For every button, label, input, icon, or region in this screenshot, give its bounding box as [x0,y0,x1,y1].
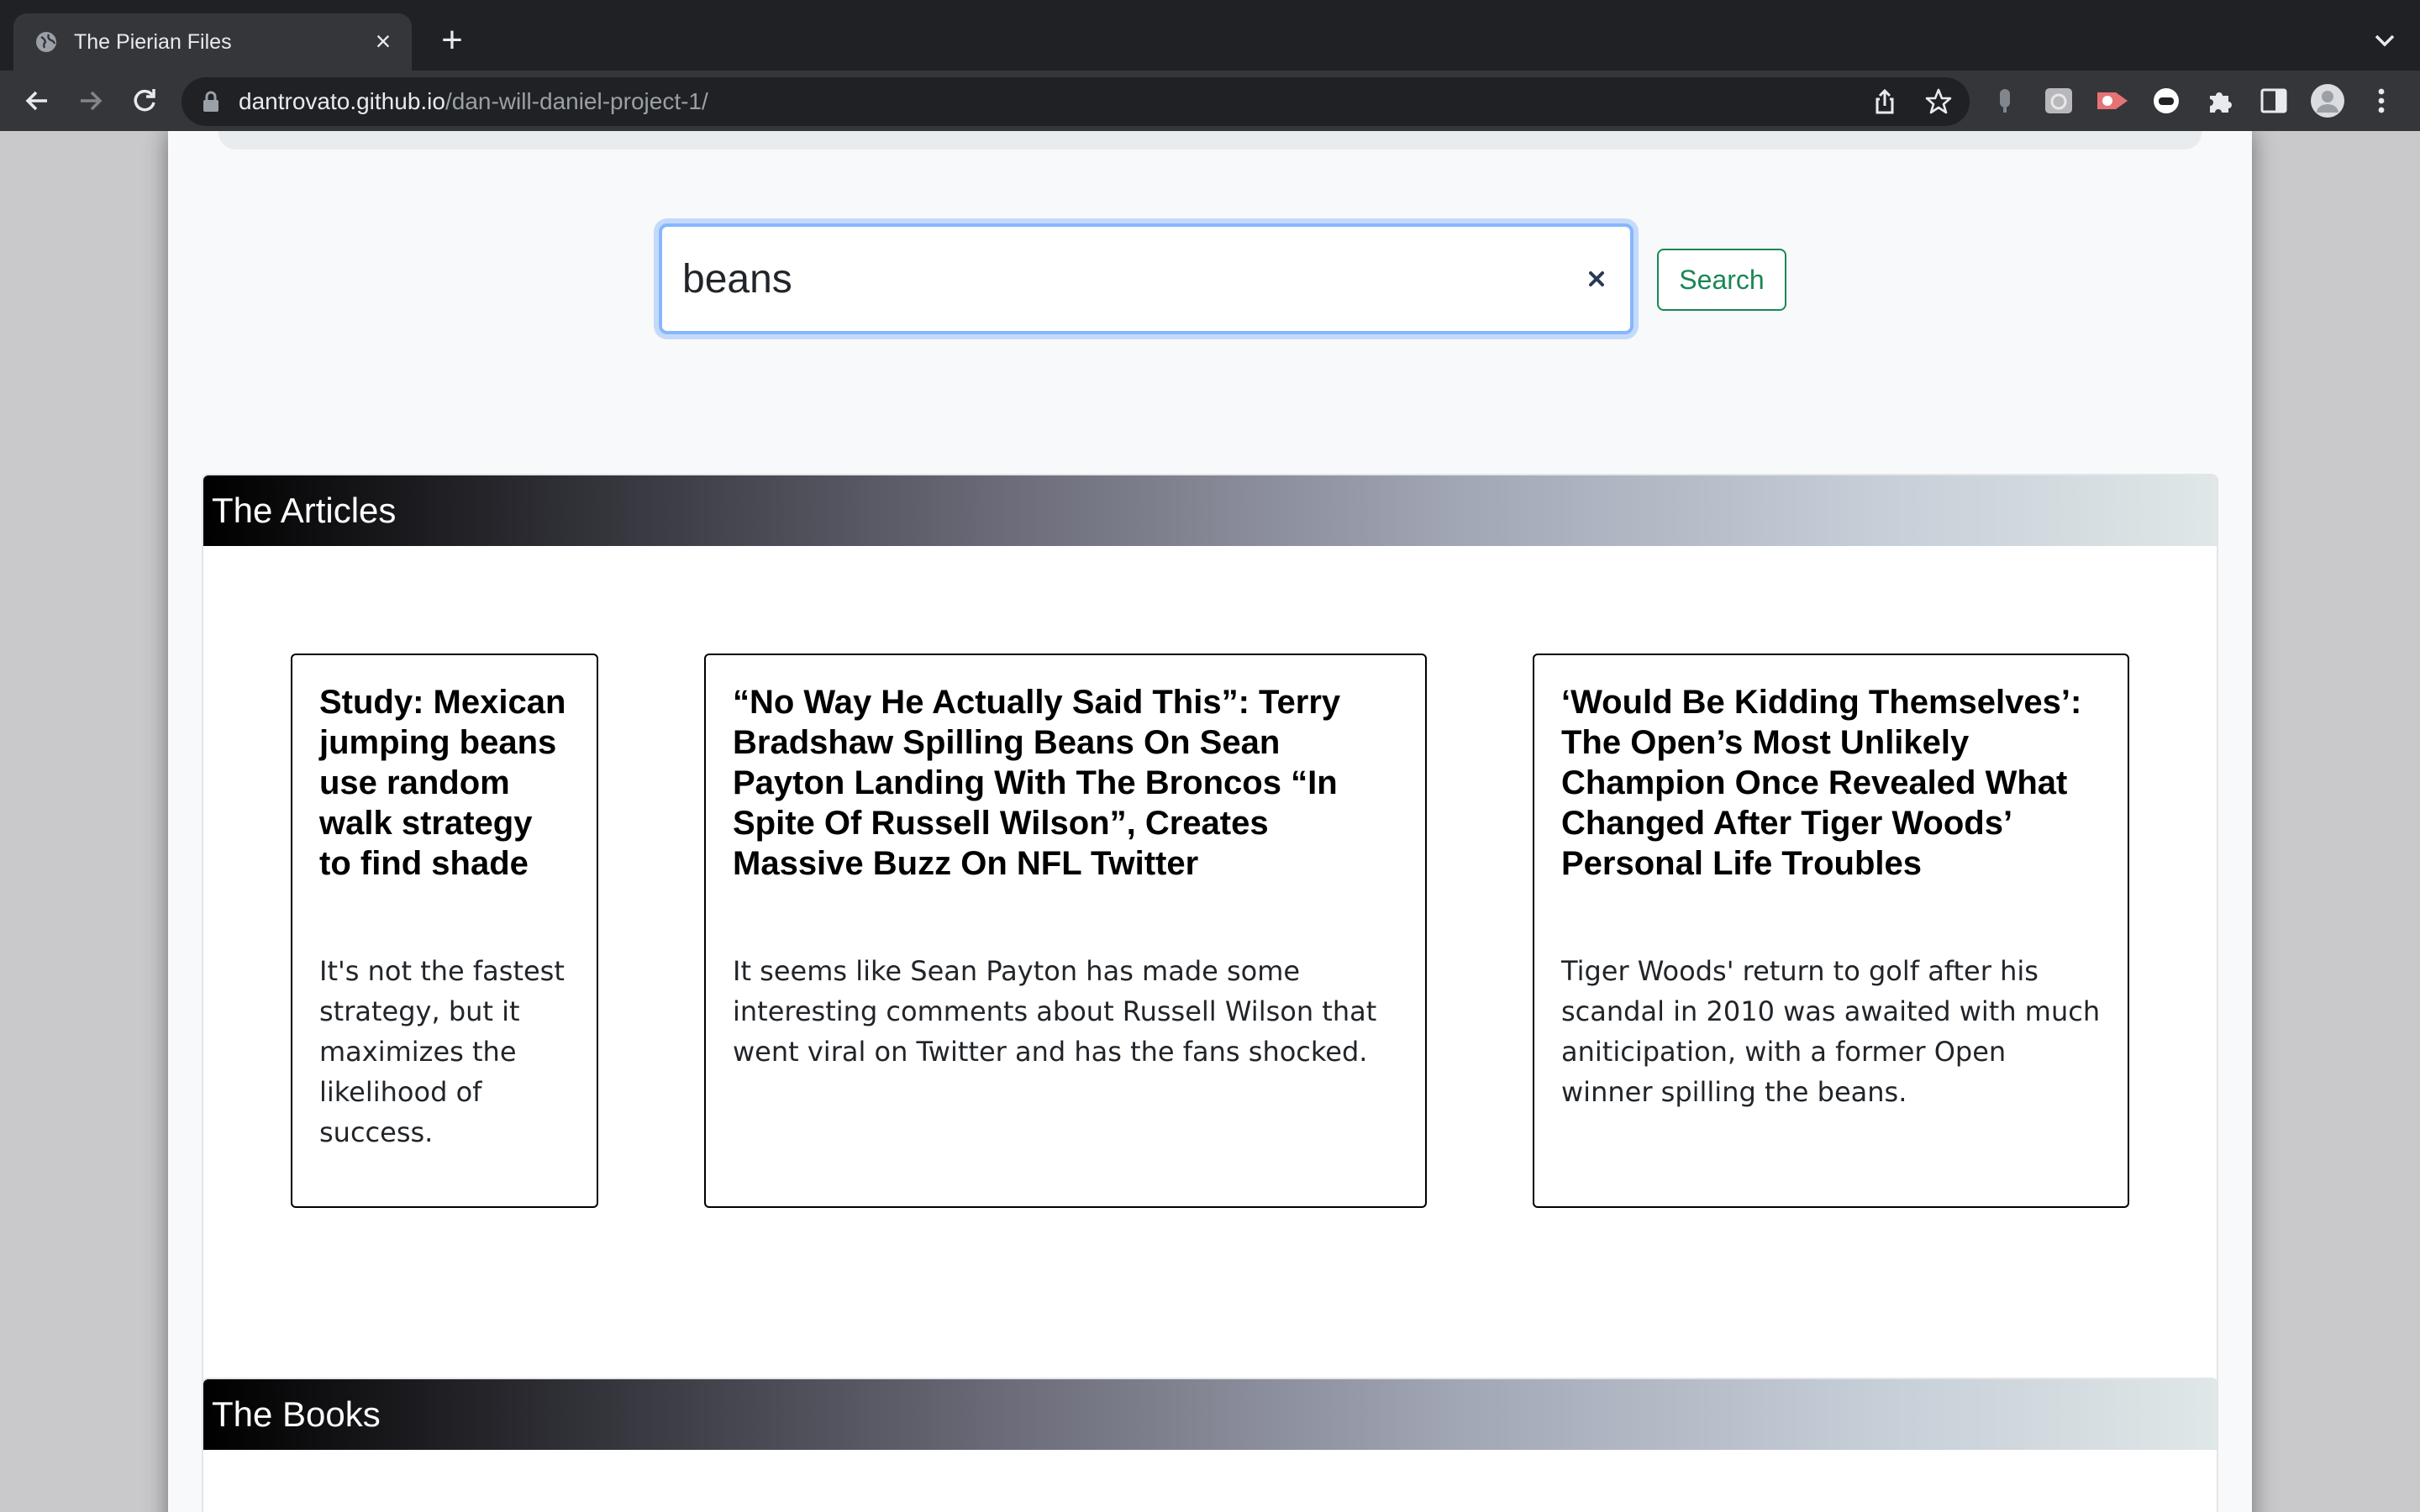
reload-icon[interactable] [126,82,163,119]
article-summary: It's not the fastest strategy, but it ma… [319,955,565,1148]
url-path: /dan-will-daniel-project-1/ [445,88,708,114]
menu-kebab-icon[interactable] [2363,82,2400,119]
side-panel-icon[interactable] [2255,82,2292,119]
chevron-down-icon[interactable] [2368,24,2402,57]
article-summary: It seems like Sean Payton has made some … [733,955,1377,1068]
close-tab-icon[interactable]: × [368,27,398,57]
article-title[interactable]: “No Way He Actually Said This”: Terry Br… [733,682,1398,884]
browser-toolbar: dantrovato.github.io/dan-will-daniel-pro… [0,71,2420,131]
extension-record-icon[interactable] [2094,82,2131,119]
search-button[interactable]: Search [1657,249,1786,311]
article-title[interactable]: ‘Would Be Kidding Themselves’: The Open’… [1561,682,2101,884]
books-section: The Books [202,1378,2218,1512]
bookmark-star-icon[interactable] [1924,87,1953,116]
tab-title: The Pierian Files [74,30,232,54]
profile-avatar-icon[interactable] [2309,82,2346,119]
search-input[interactable] [659,223,1634,334]
url-host: dantrovato.github.io [239,88,445,114]
article-summary: Tiger Woods' return to golf after his sc… [1561,955,2101,1108]
article-card[interactable]: ‘Would Be Kidding Themselves’: The Open’… [1533,654,2129,1208]
new-tab-icon[interactable]: + [435,22,469,59]
articles-heading: The Articles [203,475,2217,546]
url-text[interactable]: dantrovato.github.io/dan-will-daniel-pro… [239,87,708,116]
forward-icon[interactable] [72,82,109,119]
extension-game-icon[interactable] [2148,82,2185,119]
articles-section: The Articles Study: Mexican jumping bean… [202,474,2218,1428]
globe-icon [36,32,56,52]
extension-camera-icon[interactable] [2040,82,2077,119]
books-heading: The Books [203,1379,2217,1450]
article-card[interactable]: “No Way He Actually Said This”: Terry Br… [704,654,1427,1208]
browser-tab-strip: The Pierian Files × + [0,0,2420,71]
navbar-bottom-edge [218,131,2202,150]
back-icon[interactable] [18,82,55,119]
article-title[interactable]: Study: Mexican jumping beans use random … [319,682,570,884]
share-icon[interactable] [1870,87,1899,116]
page-body: Search The Articles Study: Mexican jumpi… [168,131,2252,1512]
browser-tab[interactable]: The Pierian Files × [13,13,412,71]
lock-icon[interactable] [202,90,220,113]
extension-mic-icon[interactable] [1986,82,2023,119]
clear-search-icon[interactable] [1581,264,1612,294]
address-bar[interactable]: dantrovato.github.io/dan-will-daniel-pro… [182,77,1970,126]
browser-viewport: Search The Articles Study: Mexican jumpi… [0,131,2420,1512]
article-card[interactable]: Study: Mexican jumping beans use random … [291,654,598,1208]
extensions-puzzle-icon[interactable] [2202,82,2238,119]
